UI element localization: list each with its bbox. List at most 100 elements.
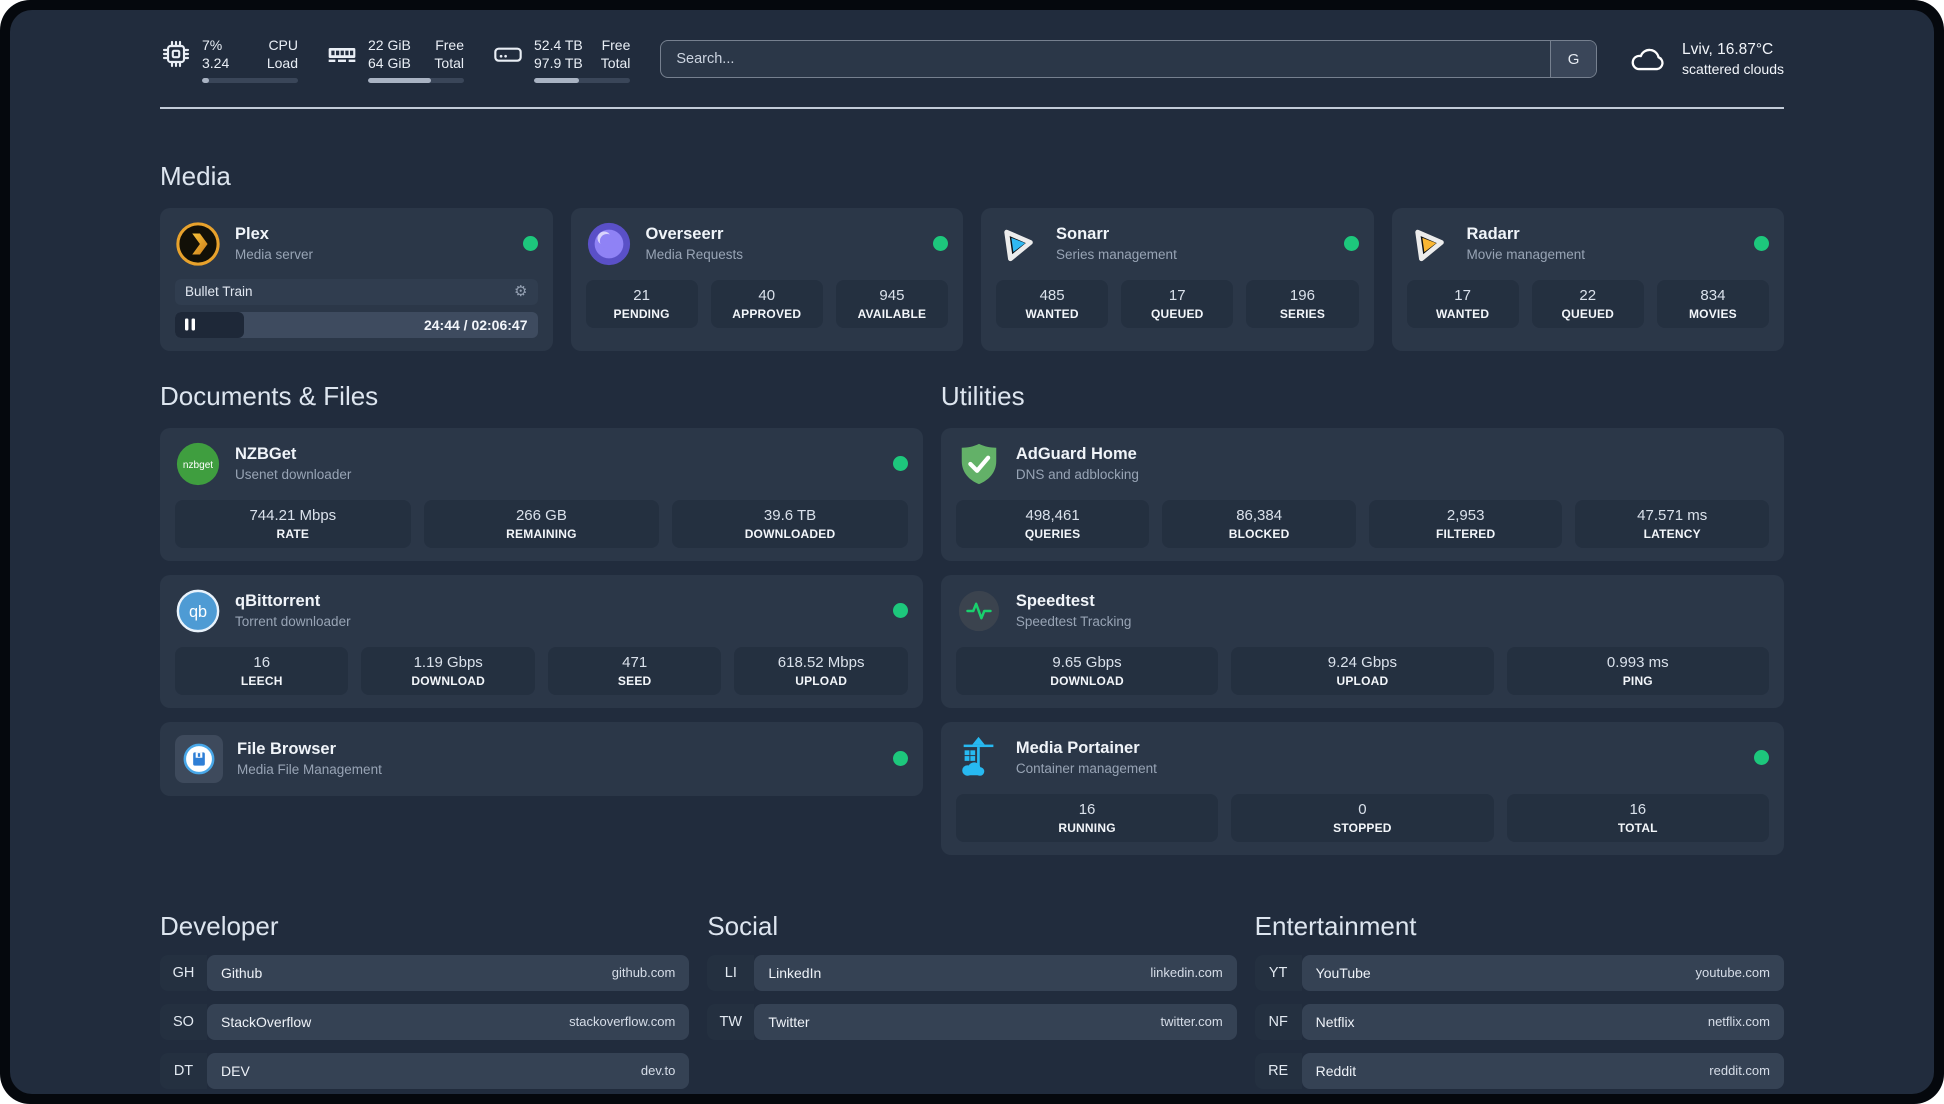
stat-label: QUEUED (1561, 306, 1615, 321)
settings-icon[interactable]: ⚙ (514, 284, 527, 299)
disk-total-label: Total (600, 55, 631, 72)
bookmark-url: twitter.com (1160, 1014, 1223, 1030)
bookmark-name: Github (221, 964, 263, 981)
stat-value: 16 (1629, 800, 1647, 818)
stat-row: 9.65 Gbps DOWNLOAD 9.24 Gbps UPLOAD 0.99… (955, 646, 1769, 695)
disk-free-value: 52.4 TB (534, 37, 583, 53)
stat-value: 17 (1168, 286, 1186, 304)
stat-label: FILTERED (1435, 526, 1496, 541)
stat-value: 1.19 Gbps (413, 653, 483, 671)
bookmark-abbr: SO (160, 1003, 207, 1040)
stat-queued: 22 QUEUED (1531, 279, 1644, 328)
app-title: Plex (235, 225, 269, 244)
app-subtitle: Speedtest Tracking (1015, 614, 1132, 630)
bookmark-abbr: RE (1254, 1052, 1302, 1089)
stat-available: 945 AVAILABLE (835, 279, 949, 328)
bookmark-linkedin[interactable]: LI LinkedIn linkedin.com (707, 954, 1237, 991)
app-card-qbittorrent[interactable]: qb qBittorrent Torrent downloader 16 LEE… (160, 574, 923, 708)
section-heading-social: Social (707, 910, 779, 941)
online-status-dot (933, 236, 948, 252)
bookmark-netflix[interactable]: NF Netflix netflix.com (1254, 1003, 1784, 1040)
search-input[interactable] (661, 41, 1551, 78)
app-card-filebrowser[interactable]: File Browser Media File Management (160, 721, 923, 796)
playback-time: 24:44 / 02:06:47 (423, 316, 528, 333)
app-subtitle: Media Requests (645, 247, 744, 263)
bookmarks-entertainment: Entertainment YT YouTube youtube.com NF … (1254, 911, 1784, 1089)
app-card-speedtest[interactable]: Speedtest Speedtest Tracking 9.65 Gbps D… (940, 574, 1784, 708)
top-bar: 7% 3.24 CPU Load 22 GiB 64 GiB Free Tota… (160, 10, 1784, 83)
bookmark-abbr: DT (160, 1052, 207, 1089)
app-subtitle: Usenet downloader (235, 467, 352, 483)
app-card-portainer[interactable]: Media Portainer Container management 16 … (940, 721, 1784, 855)
stat-label: DOWNLOAD (1050, 673, 1124, 688)
bookmark-dev[interactable]: DT DEV dev.to (160, 1052, 690, 1089)
bookmark-name: Netflix (1315, 1013, 1355, 1030)
svg-text:qb: qb (189, 603, 207, 621)
stat-blocked: 86,384 BLOCKED (1162, 499, 1356, 548)
bookmark-github[interactable]: GH Github github.com (160, 954, 690, 991)
app-subtitle: Torrent downloader (235, 614, 351, 630)
stat-value: 39.6 TB (763, 506, 817, 524)
stat-ping: 0.993 ms PING (1506, 646, 1769, 695)
disk-free-label: Free (601, 37, 631, 53)
bookmark-url: reddit.com (1709, 1063, 1770, 1079)
online-status-dot (1753, 750, 1769, 766)
app-title: File Browser (237, 740, 337, 759)
stat-row: 485 WANTED 17 QUEUED 196 SERIES (996, 279, 1359, 328)
stat-value: 40 (758, 286, 776, 304)
bookmark-url: dev.to (640, 1063, 676, 1079)
ram-progress-bar (368, 77, 464, 83)
section-heading-developer: Developer (160, 910, 279, 941)
stat-series: 196 SERIES (1246, 279, 1359, 328)
stat-label: DOWNLOADED (744, 526, 836, 541)
cpu-monitor: 7% 3.24 CPU Load (160, 36, 298, 83)
stat-value: 498,461 (1025, 506, 1080, 524)
ram-free-label: Free (435, 37, 464, 53)
disk-monitor: 52.4 TB 97.9 TB Free Total (492, 36, 631, 83)
bookmark-url: linkedin.com (1150, 965, 1223, 981)
radarr-icon (1407, 221, 1453, 267)
stat-label: RUNNING (1058, 820, 1116, 835)
search-engine-button[interactable]: G (1550, 41, 1597, 78)
stat-label: LEECH (240, 673, 283, 688)
stat-row: 16 RUNNING 0 STOPPED 16 TOTAL (955, 793, 1769, 842)
stat-row: 17 WANTED 22 QUEUED 834 MOVIES (1406, 279, 1770, 328)
bookmark-youtube[interactable]: YT YouTube youtube.com (1254, 954, 1784, 991)
app-card-overseerr[interactable]: Overseerr Media Requests 21 PENDING 40 A… (570, 207, 963, 351)
stat-label: TOTAL (1617, 820, 1658, 835)
stat-row: 16 LEECH 1.19 Gbps DOWNLOAD 471 SEED 618… (175, 646, 908, 695)
stat-download: 1.19 Gbps DOWNLOAD (361, 646, 535, 695)
stat-value: 266 GB (515, 506, 567, 524)
app-card-nzbget[interactable]: nzbget NZBGet Usenet downloader 744.21 M… (160, 427, 923, 561)
app-title: NZBGet (235, 445, 297, 464)
pause-icon[interactable] (185, 318, 196, 331)
cpu-icon (160, 36, 192, 83)
speedtest-icon (956, 588, 1002, 634)
bookmark-stackoverflow[interactable]: SO StackOverflow stackoverflow.com (160, 1003, 690, 1040)
now-playing-row: Bullet Train ⚙ (175, 278, 538, 305)
stat-wanted: 485 WANTED (996, 279, 1109, 328)
app-title: Media Portainer (1015, 739, 1140, 758)
stat-label: BLOCKED (1228, 526, 1290, 541)
app-subtitle: Series management (1056, 247, 1177, 263)
stat-approved: 40 APPROVED (710, 279, 823, 328)
app-card-radarr[interactable]: Radarr Movie management 17 WANTED 22 QUE… (1391, 207, 1784, 351)
app-card-adguard[interactable]: AdGuard Home DNS and adblocking 498,461 … (940, 427, 1784, 561)
app-card-plex[interactable]: Plex Media server Bullet Train ⚙ 24:44 /… (160, 207, 553, 351)
ram-progress-fill (368, 77, 432, 83)
app-card-sonarr[interactable]: Sonarr Series management 485 WANTED 17 Q… (981, 207, 1374, 351)
cpu-usage-value: 7% (202, 37, 223, 53)
cloud-icon (1627, 38, 1669, 80)
topbar-divider (160, 106, 1784, 109)
bookmark-twitter[interactable]: TW Twitter twitter.com (707, 1003, 1237, 1040)
stat-seed: 471 SEED (547, 646, 722, 695)
stat-label: PENDING (613, 306, 670, 321)
disk-icon (492, 36, 524, 83)
ram-total-value: 64 GiB (368, 55, 411, 72)
app-title: qBittorrent (235, 592, 321, 611)
app-subtitle: Media File Management (237, 762, 382, 778)
app-subtitle: Movie management (1466, 247, 1586, 263)
app-title: Speedtest (1015, 592, 1095, 611)
bookmark-reddit[interactable]: RE Reddit reddit.com (1254, 1052, 1784, 1089)
cpu-label: CPU (268, 37, 298, 53)
